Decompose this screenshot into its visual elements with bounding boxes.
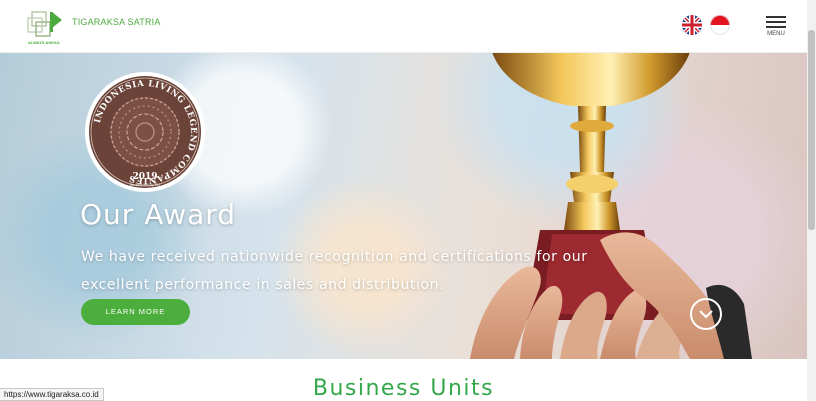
- hero-banner: INDONESIA LIVING LEGEND COMPANIES 2019 R…: [0, 52, 807, 359]
- menu-label: MENU: [767, 31, 785, 37]
- seal-year: 2019: [132, 172, 157, 182]
- site-header: TIGARAKSA SATRIA ALWAYS AHEAD MENU: [0, 0, 807, 53]
- hamburger-icon-bar: [766, 21, 786, 23]
- scrollbar-thumb[interactable]: [808, 30, 815, 230]
- award-seal: INDONESIA LIVING LEGEND COMPANIES 2019 R…: [85, 72, 205, 192]
- indonesia-flag-icon: [710, 15, 730, 35]
- logo-name: TIGARAKSA SATRIA: [72, 17, 161, 27]
- status-bar-url: https://www.tigaraksa.co.id: [0, 388, 104, 401]
- page-scrollbar[interactable]: [807, 0, 816, 401]
- hamburger-icon: [766, 16, 786, 18]
- brand-logo[interactable]: TIGARAKSA SATRIA ALWAYS AHEAD: [26, 8, 166, 46]
- language-indonesia-flag[interactable]: [710, 15, 730, 35]
- logo-tagline: ALWAYS AHEAD: [28, 40, 60, 45]
- menu-button[interactable]: MENU: [764, 14, 788, 40]
- business-units-heading: Business Units: [312, 376, 495, 401]
- scroll-down-button[interactable]: [690, 298, 722, 330]
- hamburger-icon-bar: [766, 26, 786, 28]
- language-english-flag[interactable]: [682, 15, 702, 35]
- hero-text-line: excellent performance in sales and distr…: [81, 277, 445, 293]
- learn-more-button[interactable]: LEARN MORE: [81, 299, 190, 325]
- hero-text-line: We have received nationwide recognition …: [81, 249, 588, 265]
- uk-flag-icon: [682, 15, 702, 35]
- hero-description: We have received nationwide recognition …: [81, 243, 621, 299]
- chevron-down-icon: [699, 310, 713, 319]
- hero-title: Our Award: [80, 198, 237, 231]
- seal-small-text: Researched by IPO: [130, 183, 160, 187]
- logo-mark-icon: [27, 11, 62, 37]
